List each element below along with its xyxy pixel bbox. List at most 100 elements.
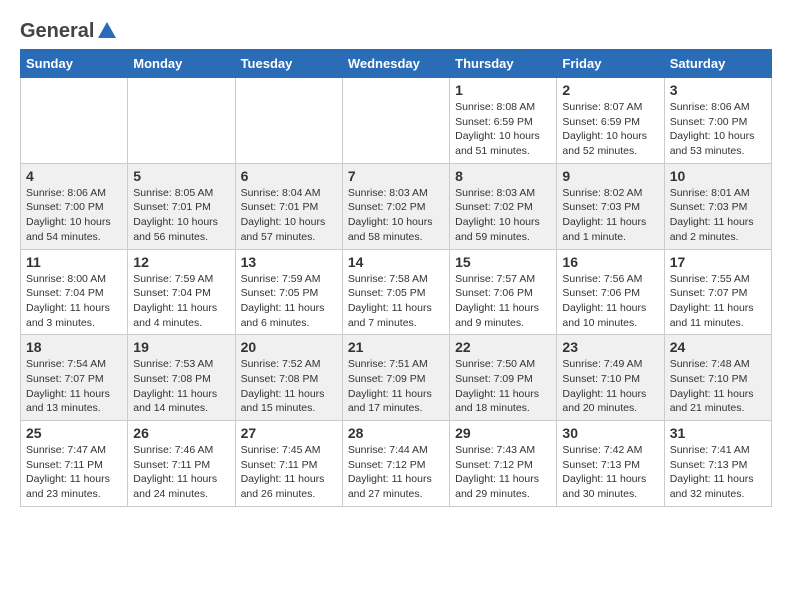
- calendar-cell: 31Sunrise: 7:41 AM Sunset: 7:13 PM Dayli…: [664, 421, 771, 507]
- day-number: 4: [26, 168, 122, 184]
- calendar-cell: 13 Sunrise: 7:59 AM Sunset: 7:05 PM Dayli…: [235, 249, 342, 335]
- calendar-cell: 18 Sunrise: 7:54 AM Sunset: 7:07 PM Dayli…: [21, 335, 128, 421]
- calendar-week-row: 18 Sunrise: 7:54 AM Sunset: 7:07 PM Dayli…: [21, 335, 772, 421]
- day-number: 25: [26, 425, 122, 441]
- calendar-cell: 28 Sunrise: 7:44 AM Sunset: 7:12 PM Dayli…: [342, 421, 449, 507]
- day-info: Sunrise: 8:07 AM Sunset: 6:59 PM Dayligh…: [562, 100, 658, 159]
- calendar-cell: 7Sunrise: 8:03 AM Sunset: 7:02 PM Daylig…: [342, 163, 449, 249]
- day-info: Sunrise: 8:06 AM Sunset: 7:00 PM Dayligh…: [670, 100, 766, 159]
- day-info: Sunrise: 7:54 AM Sunset: 7:07 PM Dayligh…: [26, 357, 122, 416]
- day-info: Sunrise: 7:49 AM Sunset: 7:10 PM Dayligh…: [562, 357, 658, 416]
- day-number: 1: [455, 82, 551, 98]
- calendar-cell: [21, 78, 128, 164]
- day-number: 29: [455, 425, 551, 441]
- day-number: 16: [562, 254, 658, 270]
- day-info: Sunrise: 7:47 AM Sunset: 7:11 PM Dayligh…: [26, 443, 122, 502]
- calendar-cell: 21 Sunrise: 7:51 AM Sunset: 7:09 PM Dayli…: [342, 335, 449, 421]
- calendar-cell: 26 Sunrise: 7:46 AM Sunset: 7:11 PM Dayli…: [128, 421, 235, 507]
- day-number: 22: [455, 339, 551, 355]
- day-info: Sunrise: 7:46 AM Sunset: 7:11 PM Dayligh…: [133, 443, 229, 502]
- calendar-cell: 6 Sunrise: 8:04 AM Sunset: 7:01 PM Daylig…: [235, 163, 342, 249]
- day-number: 17: [670, 254, 766, 270]
- day-info: Sunrise: 7:41 AM Sunset: 7:13 PM Dayligh…: [670, 443, 766, 502]
- day-info: Sunrise: 7:48 AM Sunset: 7:10 PM Dayligh…: [670, 357, 766, 416]
- logo: General: [20, 20, 118, 39]
- calendar-cell: 4 Sunrise: 8:06 AM Sunset: 7:00 PM Daylig…: [21, 163, 128, 249]
- calendar-table: SundayMondayTuesdayWednesdayThursdayFrid…: [20, 49, 772, 507]
- calendar-cell: 15 Sunrise: 7:57 AM Sunset: 7:06 PM Dayli…: [450, 249, 557, 335]
- calendar-cell: 2 Sunrise: 8:07 AM Sunset: 6:59 PM Daylig…: [557, 78, 664, 164]
- calendar-week-row: 11 Sunrise: 8:00 AM Sunset: 7:04 PM Dayli…: [21, 249, 772, 335]
- day-info: Sunrise: 7:52 AM Sunset: 7:08 PM Dayligh…: [241, 357, 337, 416]
- day-number: 24: [670, 339, 766, 355]
- day-number: 27: [241, 425, 337, 441]
- day-number: 5: [133, 168, 229, 184]
- day-number: 26: [133, 425, 229, 441]
- day-of-week-header: Wednesday: [342, 50, 449, 78]
- day-number: 10: [670, 168, 766, 184]
- calendar-cell: 30 Sunrise: 7:42 AM Sunset: 7:13 PM Dayli…: [557, 421, 664, 507]
- day-info: Sunrise: 8:05 AM Sunset: 7:01 PM Dayligh…: [133, 186, 229, 245]
- day-of-week-header: Monday: [128, 50, 235, 78]
- day-number: 7: [348, 168, 444, 184]
- day-number: 8: [455, 168, 551, 184]
- day-number: 12: [133, 254, 229, 270]
- day-number: 6: [241, 168, 337, 184]
- day-number: 28: [348, 425, 444, 441]
- calendar-cell: 3Sunrise: 8:06 AM Sunset: 7:00 PM Daylig…: [664, 78, 771, 164]
- calendar-cell: 27 Sunrise: 7:45 AM Sunset: 7:11 PM Dayli…: [235, 421, 342, 507]
- calendar-cell: 10Sunrise: 8:01 AM Sunset: 7:03 PM Dayli…: [664, 163, 771, 249]
- day-info: Sunrise: 8:02 AM Sunset: 7:03 PM Dayligh…: [562, 186, 658, 245]
- day-info: Sunrise: 7:59 AM Sunset: 7:05 PM Dayligh…: [241, 272, 337, 331]
- calendar-cell: 8Sunrise: 8:03 AM Sunset: 7:02 PM Daylig…: [450, 163, 557, 249]
- day-number: 9: [562, 168, 658, 184]
- day-info: Sunrise: 7:58 AM Sunset: 7:05 PM Dayligh…: [348, 272, 444, 331]
- day-info: Sunrise: 8:00 AM Sunset: 7:04 PM Dayligh…: [26, 272, 122, 331]
- day-info: Sunrise: 7:45 AM Sunset: 7:11 PM Dayligh…: [241, 443, 337, 502]
- calendar-week-row: 25 Sunrise: 7:47 AM Sunset: 7:11 PM Dayli…: [21, 421, 772, 507]
- day-info: Sunrise: 8:04 AM Sunset: 7:01 PM Dayligh…: [241, 186, 337, 245]
- calendar-week-row: 1 Sunrise: 8:08 AM Sunset: 6:59 PM Daylig…: [21, 78, 772, 164]
- calendar-cell: 25 Sunrise: 7:47 AM Sunset: 7:11 PM Dayli…: [21, 421, 128, 507]
- day-info: Sunrise: 8:06 AM Sunset: 7:00 PM Dayligh…: [26, 186, 122, 245]
- calendar-cell: 23Sunrise: 7:49 AM Sunset: 7:10 PM Dayli…: [557, 335, 664, 421]
- day-number: 19: [133, 339, 229, 355]
- calendar-cell: 12 Sunrise: 7:59 AM Sunset: 7:04 PM Dayli…: [128, 249, 235, 335]
- day-number: 2: [562, 82, 658, 98]
- day-number: 15: [455, 254, 551, 270]
- calendar-cell: 29Sunrise: 7:43 AM Sunset: 7:12 PM Dayli…: [450, 421, 557, 507]
- day-number: 13: [241, 254, 337, 270]
- day-info: Sunrise: 7:53 AM Sunset: 7:08 PM Dayligh…: [133, 357, 229, 416]
- day-info: Sunrise: 7:56 AM Sunset: 7:06 PM Dayligh…: [562, 272, 658, 331]
- day-info: Sunrise: 7:42 AM Sunset: 7:13 PM Dayligh…: [562, 443, 658, 502]
- day-info: Sunrise: 7:50 AM Sunset: 7:09 PM Dayligh…: [455, 357, 551, 416]
- calendar-cell: 11 Sunrise: 8:00 AM Sunset: 7:04 PM Dayli…: [21, 249, 128, 335]
- calendar-cell: 5 Sunrise: 8:05 AM Sunset: 7:01 PM Daylig…: [128, 163, 235, 249]
- calendar-cell: 17 Sunrise: 7:55 AM Sunset: 7:07 PM Dayli…: [664, 249, 771, 335]
- day-of-week-header: Sunday: [21, 50, 128, 78]
- logo-general: General: [20, 20, 94, 43]
- day-info: Sunrise: 7:55 AM Sunset: 7:07 PM Dayligh…: [670, 272, 766, 331]
- day-info: Sunrise: 7:44 AM Sunset: 7:12 PM Dayligh…: [348, 443, 444, 502]
- day-number: 30: [562, 425, 658, 441]
- calendar-header-row: SundayMondayTuesdayWednesdayThursdayFrid…: [21, 50, 772, 78]
- day-of-week-header: Friday: [557, 50, 664, 78]
- day-number: 21: [348, 339, 444, 355]
- day-number: 18: [26, 339, 122, 355]
- day-info: Sunrise: 7:51 AM Sunset: 7:09 PM Dayligh…: [348, 357, 444, 416]
- day-number: 20: [241, 339, 337, 355]
- calendar-cell: 1 Sunrise: 8:08 AM Sunset: 6:59 PM Daylig…: [450, 78, 557, 164]
- calendar-cell: 9 Sunrise: 8:02 AM Sunset: 7:03 PM Daylig…: [557, 163, 664, 249]
- calendar-cell: 22 Sunrise: 7:50 AM Sunset: 7:09 PM Dayli…: [450, 335, 557, 421]
- calendar-week-row: 4 Sunrise: 8:06 AM Sunset: 7:00 PM Daylig…: [21, 163, 772, 249]
- day-number: 11: [26, 254, 122, 270]
- calendar-cell: 19 Sunrise: 7:53 AM Sunset: 7:08 PM Dayli…: [128, 335, 235, 421]
- day-info: Sunrise: 7:59 AM Sunset: 7:04 PM Dayligh…: [133, 272, 229, 331]
- day-info: Sunrise: 7:57 AM Sunset: 7:06 PM Dayligh…: [455, 272, 551, 331]
- day-info: Sunrise: 8:08 AM Sunset: 6:59 PM Dayligh…: [455, 100, 551, 159]
- calendar-cell: [128, 78, 235, 164]
- day-of-week-header: Thursday: [450, 50, 557, 78]
- calendar-cell: 24 Sunrise: 7:48 AM Sunset: 7:10 PM Dayli…: [664, 335, 771, 421]
- day-number: 14: [348, 254, 444, 270]
- calendar-cell: 14 Sunrise: 7:58 AM Sunset: 7:05 PM Dayli…: [342, 249, 449, 335]
